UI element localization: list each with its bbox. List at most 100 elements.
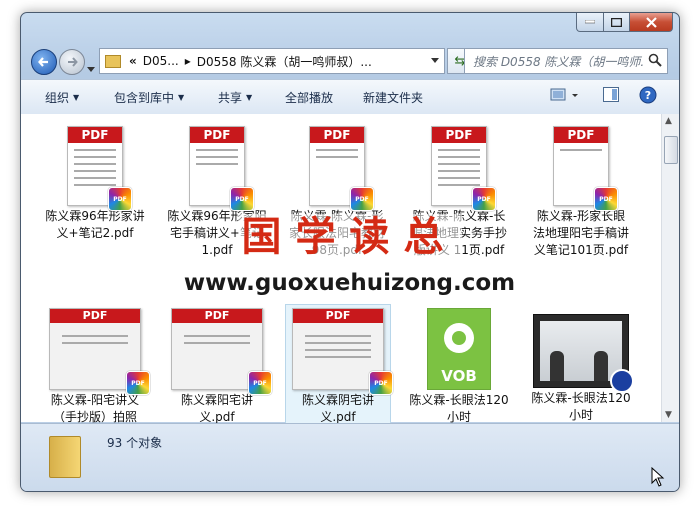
new-folder-label: 新建文件夹 <box>363 91 424 105</box>
media-player-badge-icon <box>610 369 634 393</box>
file-name: 陈义霖-长眼法120小时 <box>409 393 509 424</box>
pdf-label: PDF <box>554 127 608 143</box>
pdf-reader-badge-icon: PDF <box>248 371 272 395</box>
pdf-file-icon: PDF PDF <box>171 308 272 395</box>
pdf-reader-badge-icon: PDF <box>594 187 618 211</box>
back-button[interactable] <box>31 49 57 75</box>
breadcrumb-overflow[interactable]: « <box>129 54 137 68</box>
pdf-label: PDF <box>190 127 244 143</box>
search-icon[interactable] <box>648 53 662 67</box>
pdf-reader-badge-icon: PDF <box>472 187 496 211</box>
file-name: 陈义霖-陈义霖-形家长眼法阳宅教材98页.pdf <box>288 209 385 257</box>
pdf-reader-badge-icon: PDF <box>108 187 132 211</box>
file-item[interactable]: PDF PDF 陈义霖96年形家阳宅手稿讲义+笔记1.pdf <box>167 126 267 259</box>
file-item[interactable]: PDF PDF 陈义霖阳宅讲义.pdf <box>167 308 272 426</box>
minimize-button[interactable] <box>576 13 604 32</box>
recent-pages-dropdown[interactable] <box>87 57 95 76</box>
chevron-down-icon[interactable] <box>431 58 439 63</box>
details-pane: 93 个对象 <box>21 423 679 491</box>
minimize-icon <box>585 20 595 24</box>
help-button[interactable]: ? <box>639 86 657 107</box>
pdf-file-icon: PDF PDF <box>309 126 374 211</box>
breadcrumb-item[interactable]: D0558 陈义霖（胡一鸣师叔）... <box>197 53 372 70</box>
command-bar: 组织 ▼ 包含到库中 ▼ 共享 ▼ 全部播放 新建文件夹 ? <box>21 79 679 115</box>
pdf-label: PDF <box>293 309 383 323</box>
scroll-down-icon[interactable]: ▼ <box>665 410 672 420</box>
pdf-label: PDF <box>310 127 364 143</box>
file-item[interactable]: PDF PDF 陈义霖-陈义霖-形家长眼法阳宅教材98页.pdf <box>287 126 387 259</box>
share-label: 共享 <box>218 91 243 105</box>
pdf-label: PDF <box>50 309 140 323</box>
vob-label: VOB <box>441 367 477 385</box>
include-library-menu[interactable]: 包含到库中 ▼ <box>114 89 184 106</box>
scrollbar-thumb[interactable] <box>664 136 678 164</box>
view-options-button[interactable] <box>550 86 582 107</box>
play-all-label: 全部播放 <box>285 91 334 105</box>
back-arrow-icon <box>38 57 48 67</box>
pdf-file-icon: PDF PDF <box>189 126 254 211</box>
file-item[interactable]: PDF PDF 陈义霖-阳宅讲义（手抄版）拍照 <box>45 308 150 426</box>
file-name: 陈义霖-长眼法120小时 <box>531 391 631 422</box>
chevron-down-icon <box>87 67 95 72</box>
pdf-label: PDF <box>68 127 122 143</box>
search-placeholder: 搜索 D0558 陈义霖（胡一鸣师... <box>473 54 643 69</box>
forward-button[interactable] <box>59 49 85 75</box>
vertical-scrollbar[interactable]: ▲ ▼ <box>661 114 679 422</box>
pdf-reader-badge-icon: PDF <box>126 371 150 395</box>
maximize-icon <box>611 17 622 27</box>
maximize-button[interactable] <box>604 13 630 32</box>
item-count: 93 个对象 <box>107 436 163 450</box>
breadcrumb-item[interactable]: D05... <box>143 54 179 68</box>
pdf-reader-badge-icon: PDF <box>230 187 254 211</box>
help-icon: ? <box>639 86 657 104</box>
file-item[interactable]: VOB 陈义霖-长眼法120小时 <box>409 308 509 426</box>
pdf-file-icon: PDF PDF <box>292 308 393 395</box>
new-folder-button[interactable]: 新建文件夹 <box>363 89 423 106</box>
organize-menu[interactable]: 组织 ▼ <box>45 89 79 106</box>
organize-label: 组织 <box>45 91 70 105</box>
breadcrumb-separator-icon[interactable]: ▸ <box>185 54 191 68</box>
pdf-file-icon: PDF PDF <box>431 126 496 211</box>
file-name: 陈义霖96年形家讲义+笔记2.pdf <box>45 209 145 240</box>
pdf-label: PDF <box>432 127 486 143</box>
vob-file-icon: VOB <box>427 308 491 390</box>
pdf-file-icon: PDF PDF <box>67 126 132 211</box>
navigation-bar: « D05... ▸ D0558 陈义霖（胡一鸣师叔）... ⇆ 搜索 D055… <box>21 43 679 75</box>
pdf-file-icon: PDF PDF <box>49 308 150 395</box>
file-name: 陈义霖阳宅讲义.pdf <box>180 393 253 424</box>
include-library-label: 包含到库中 <box>114 91 175 105</box>
svg-text:?: ? <box>645 89 651 102</box>
mouse-cursor-icon <box>651 467 665 487</box>
file-name: 陈义霖阴宅讲义.pdf <box>301 393 374 424</box>
close-icon <box>645 16 657 28</box>
explorer-window: « D05... ▸ D0558 陈义霖（胡一鸣师叔）... ⇆ 搜索 D055… <box>20 12 680 492</box>
file-name: 陈义霖96年形家阳宅手稿讲义+笔记1.pdf <box>167 209 267 257</box>
file-item[interactable]: PDF PDF 陈义霖-形家长眼法地理阳宅手稿讲义笔记101页.pdf <box>531 126 631 259</box>
file-item[interactable]: 陈义霖-长眼法120小时 <box>531 314 634 424</box>
film-reel-icon <box>444 323 474 353</box>
video-thumbnail-icon <box>533 314 634 393</box>
file-list: PDF PDF 陈义霖96年形家讲义+笔记2.pdf PDF PDF 陈义霖96年形… <box>21 114 679 427</box>
file-name: 陈义霖-阳宅讲义（手抄版）拍照 <box>50 393 140 424</box>
pdf-reader-badge-icon: PDF <box>369 371 393 395</box>
file-item[interactable]: PDF PDF 陈义霖96年形家讲义+笔记2.pdf <box>45 126 145 242</box>
share-menu[interactable]: 共享 ▼ <box>218 89 252 106</box>
folder-icon <box>105 54 121 68</box>
preview-pane-button[interactable] <box>603 87 619 105</box>
pdf-reader-badge-icon: PDF <box>350 187 374 211</box>
forward-arrow-icon <box>68 57 78 67</box>
address-bar[interactable]: « D05... ▸ D0558 陈义霖（胡一鸣师叔）... <box>99 48 445 74</box>
close-button[interactable] <box>630 13 673 32</box>
file-item[interactable]: PDF PDF 陈义霖-陈义霖-长眼法地理实务手抄版讲义 11页.pdf <box>409 126 509 259</box>
folder-icon <box>49 436 81 478</box>
view-options-icon <box>550 88 578 101</box>
file-name: 陈义霖-形家长眼法地理阳宅手稿讲义笔记101页.pdf <box>532 209 629 257</box>
file-name: 陈义霖-陈义霖-长眼法地理实务手抄版讲义 11页.pdf <box>410 209 507 257</box>
search-input[interactable]: 搜索 D0558 陈义霖（胡一鸣师... <box>464 48 668 74</box>
scroll-up-icon[interactable]: ▲ <box>665 116 672 126</box>
preview-pane-icon <box>603 87 619 102</box>
play-all-button[interactable]: 全部播放 <box>285 89 333 106</box>
file-item-selected[interactable]: PDF PDF 陈义霖阴宅讲义.pdf <box>285 304 393 427</box>
pdf-file-icon: PDF PDF <box>553 126 618 211</box>
pdf-label: PDF <box>172 309 262 323</box>
